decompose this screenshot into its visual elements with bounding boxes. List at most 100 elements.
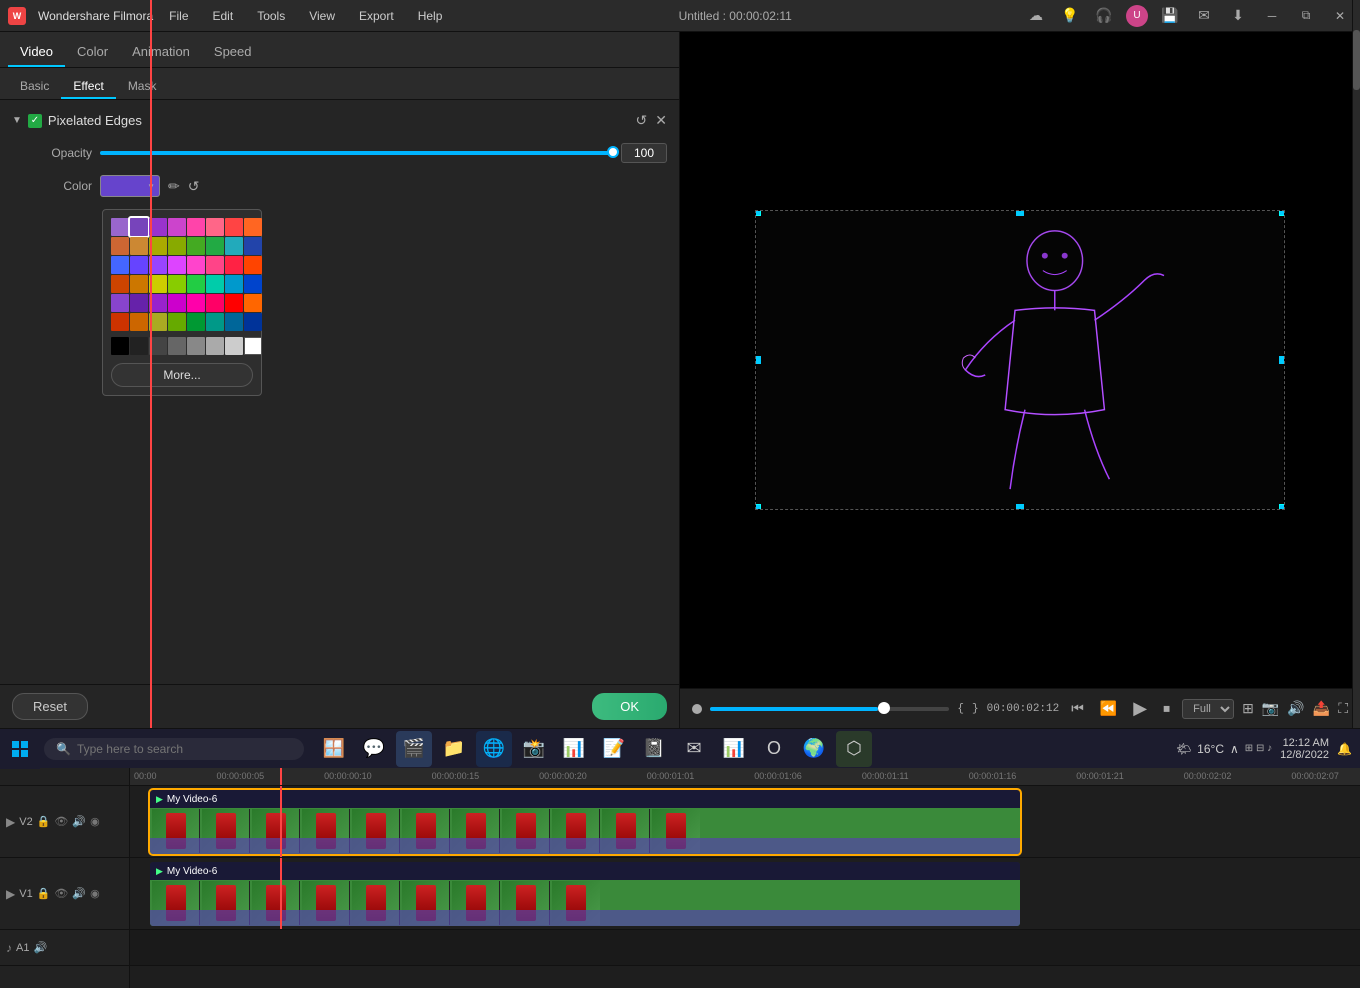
grayscale-cell[interactable] xyxy=(168,337,186,355)
palette-cell[interactable] xyxy=(225,218,243,236)
search-input[interactable] xyxy=(77,742,277,756)
palette-cell[interactable] xyxy=(111,218,129,236)
palette-cell[interactable] xyxy=(225,256,243,274)
taskbar-icon-chat[interactable]: 💬 xyxy=(356,731,392,767)
palette-cell[interactable] xyxy=(111,294,129,312)
handle-tm[interactable] xyxy=(1016,210,1024,216)
grayscale-cell[interactable] xyxy=(244,337,262,355)
handle-bm[interactable] xyxy=(1016,504,1024,510)
palette-cell-selected[interactable] xyxy=(130,218,148,236)
minimize-button[interactable]: ─ xyxy=(1260,4,1284,28)
palette-cell[interactable] xyxy=(206,256,224,274)
taskbar-icon-powerpoint[interactable]: 📊 xyxy=(716,731,752,767)
taskbar-icon-app1[interactable]: ⬡ xyxy=(836,731,872,767)
notification-button[interactable]: 🔔 xyxy=(1337,742,1352,756)
lightbulb-icon[interactable]: 💡 xyxy=(1058,4,1082,28)
tab-speed[interactable]: Speed xyxy=(202,38,264,67)
palette-cell[interactable] xyxy=(206,313,224,331)
subtab-effect[interactable]: Effect xyxy=(61,75,115,99)
track-mute-a1[interactable]: 🔊 xyxy=(33,941,47,954)
eyedropper-button[interactable]: ✏ xyxy=(168,178,180,195)
handle-tl[interactable] xyxy=(755,210,761,216)
tray-arrow[interactable]: ∧ xyxy=(1230,742,1239,756)
track-eye-v1[interactable]: ◉ xyxy=(90,887,100,900)
add-to-timeline-button[interactable]: ⊞ xyxy=(1242,700,1254,717)
menu-help[interactable]: Help xyxy=(414,7,447,25)
track-lock-v1[interactable]: 🔒 xyxy=(37,887,51,900)
palette-cell[interactable] xyxy=(206,294,224,312)
bracket-in[interactable]: { xyxy=(957,703,964,715)
palette-cell[interactable] xyxy=(168,313,186,331)
reset-button[interactable]: Reset xyxy=(12,693,88,720)
close-button[interactable]: ✕ xyxy=(1328,4,1352,28)
taskbar-icon-opera[interactable]: O xyxy=(756,731,792,767)
step-back-button[interactable]: ⏪ xyxy=(1096,698,1121,719)
restore-button[interactable]: ⧉ xyxy=(1294,4,1318,28)
menu-view[interactable]: View xyxy=(305,7,339,25)
quality-select[interactable]: Full 1/2 1/4 xyxy=(1182,699,1234,719)
ok-button[interactable]: OK xyxy=(592,693,667,720)
palette-cell[interactable] xyxy=(225,294,243,312)
palette-cell[interactable] xyxy=(130,237,148,255)
handle-mr[interactable] xyxy=(1279,356,1285,364)
taskbar-icon-excel[interactable]: 📊 xyxy=(556,731,592,767)
palette-cell[interactable] xyxy=(244,256,262,274)
track-mute-v2[interactable]: 👁 xyxy=(54,815,68,828)
palette-cell[interactable] xyxy=(187,313,205,331)
taskbar-icon-filmora[interactable]: 🎬 xyxy=(396,731,432,767)
palette-cell[interactable] xyxy=(187,237,205,255)
menu-export[interactable]: Export xyxy=(355,7,398,25)
start-button[interactable] xyxy=(0,729,40,769)
palette-cell[interactable] xyxy=(168,294,186,312)
cloud-icon[interactable]: ☁ xyxy=(1024,4,1048,28)
reset-color-button[interactable]: ↺ xyxy=(188,178,200,195)
tab-color[interactable]: Color xyxy=(65,38,120,67)
tab-video[interactable]: Video xyxy=(8,38,65,67)
palette-cell[interactable] xyxy=(168,237,186,255)
handle-tr[interactable] xyxy=(1279,210,1285,216)
search-bar[interactable]: 🔍 xyxy=(44,738,304,760)
taskbar-icon-browser[interactable]: 🌍 xyxy=(796,731,832,767)
taskbar-icon-instagram[interactable]: 📸 xyxy=(516,731,552,767)
taskbar-icon-edge[interactable]: 🌐 xyxy=(476,731,512,767)
timeline-scrollbar-thumb[interactable] xyxy=(1353,30,1360,90)
avatar-icon[interactable]: U xyxy=(1126,5,1148,27)
palette-cell[interactable] xyxy=(244,218,262,236)
palette-cell[interactable] xyxy=(187,218,205,236)
download-icon[interactable]: ⬇ xyxy=(1226,4,1250,28)
grayscale-cell[interactable] xyxy=(187,337,205,355)
grayscale-cell[interactable] xyxy=(111,337,129,355)
palette-cell[interactable] xyxy=(168,256,186,274)
effect-close-button[interactable]: ✕ xyxy=(655,112,667,129)
effect-enabled-checkbox[interactable]: ✓ xyxy=(28,114,42,128)
play-button[interactable]: ▶ xyxy=(1129,696,1151,721)
taskbar-icon-onenote[interactable]: 📓 xyxy=(636,731,672,767)
skip-back-button[interactable]: ⏮ xyxy=(1067,698,1088,719)
preview-timeline-thumb[interactable] xyxy=(692,704,702,714)
fullscreen-button[interactable]: ⛶ xyxy=(1338,700,1348,717)
palette-cell[interactable] xyxy=(111,275,129,293)
palette-cell[interactable] xyxy=(187,256,205,274)
taskbar-icon-word[interactable]: 📝 xyxy=(596,731,632,767)
handle-bl[interactable] xyxy=(755,504,761,510)
bracket-out[interactable]: } xyxy=(972,703,979,715)
grayscale-cell[interactable] xyxy=(206,337,224,355)
menu-tools[interactable]: Tools xyxy=(253,7,289,25)
palette-cell[interactable] xyxy=(244,313,262,331)
taskbar-icon-explorer[interactable]: 📁 xyxy=(436,731,472,767)
snapshot-button[interactable]: 📷 xyxy=(1262,700,1279,717)
palette-cell[interactable] xyxy=(111,237,129,255)
subtab-basic[interactable]: Basic xyxy=(8,75,61,99)
palette-cell[interactable] xyxy=(225,313,243,331)
palette-cell[interactable] xyxy=(244,237,262,255)
palette-cell[interactable] xyxy=(130,294,148,312)
palette-cell[interactable] xyxy=(168,275,186,293)
palette-cell[interactable] xyxy=(244,294,262,312)
palette-cell[interactable] xyxy=(206,237,224,255)
palette-cell[interactable] xyxy=(206,275,224,293)
track-mute-v1[interactable]: 👁 xyxy=(54,887,68,900)
handle-br[interactable] xyxy=(1279,504,1285,510)
save-icon[interactable]: 💾 xyxy=(1158,4,1182,28)
palette-cell[interactable] xyxy=(225,237,243,255)
subtab-mask[interactable]: Mask xyxy=(116,75,169,99)
